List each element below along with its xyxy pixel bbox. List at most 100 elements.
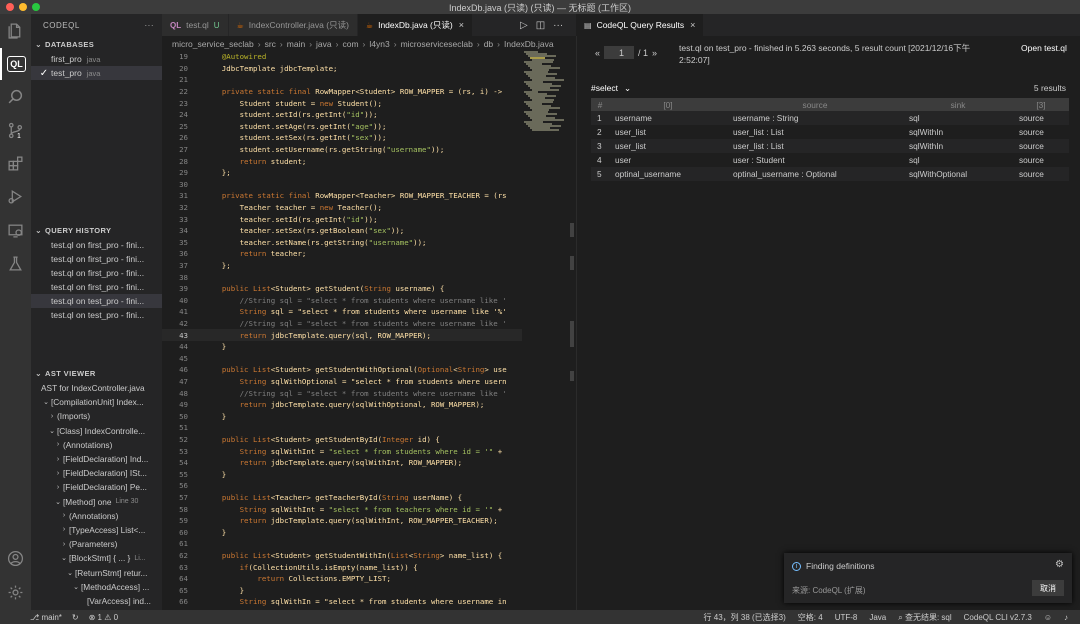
ast-node[interactable]: › (Annotations) — [31, 438, 162, 452]
cancel-button[interactable]: 取消 — [1032, 580, 1064, 596]
code-line[interactable]: 62 public List<Student> getStudentWithIn… — [162, 550, 522, 562]
code-line[interactable]: 66 String sqlWithIn = "select * from stu… — [162, 596, 522, 608]
result-cell[interactable]: source — [1013, 125, 1069, 139]
code-line[interactable]: 39 public List<Student> getStudent(Strin… — [162, 283, 522, 295]
code-line[interactable]: 24 student.setId(rs.getInt("id")); — [162, 109, 522, 121]
breadcrumb-item[interactable]: java — [316, 39, 332, 49]
gear-icon[interactable]: ⚙ — [1055, 559, 1064, 570]
code-line[interactable]: 41 String sql = "select * from students … — [162, 306, 522, 318]
query-history-item[interactable]: test.ql on test_pro - fini... — [31, 294, 162, 308]
bell-icon[interactable]: ♪ — [1064, 613, 1068, 622]
breadcrumb-item[interactable]: main — [287, 39, 305, 49]
result-cell[interactable]: username : String — [727, 111, 903, 125]
code-line[interactable]: 47 String sqlWithOptional = "select * fr… — [162, 376, 522, 388]
query-result-status[interactable]: ⌕ 查无结果: sql — [898, 612, 951, 623]
ast-root[interactable]: AST for IndexController.java — [31, 381, 162, 395]
more-actions-icon[interactable]: ··· — [145, 21, 155, 30]
editor-tab[interactable]: QL test.ql U — [162, 14, 229, 36]
page-number-input[interactable] — [604, 46, 635, 59]
codeql-icon[interactable]: QL — [0, 48, 31, 80]
code-line[interactable]: 49 return jdbcTemplate.query(sqlWithOpti… — [162, 399, 522, 411]
query-history-section-header[interactable]: ⌄ QUERY HISTORY — [31, 222, 162, 238]
editor-scrollbar-thumb[interactable] — [570, 223, 574, 237]
run-query-icon[interactable]: ▷ — [520, 20, 528, 31]
result-cell[interactable]: user_list : List — [727, 139, 903, 153]
code-line[interactable]: 43 return jdbcTemplate.query(sql, ROW_MA… — [162, 329, 522, 341]
code-line[interactable]: 38 — [162, 271, 522, 283]
testing-icon[interactable] — [0, 247, 31, 279]
code-line[interactable]: 28 return student; — [162, 155, 522, 167]
code-line[interactable]: 55 } — [162, 469, 522, 481]
database-item[interactable]: ✓ test_pro java — [31, 66, 162, 80]
column-header[interactable]: [3] — [1013, 98, 1069, 111]
result-cell[interactable]: sqlWithOptional — [903, 167, 1013, 181]
ast-node[interactable]: ⌄ [MethodAccess] ... — [31, 580, 162, 594]
database-item[interactable]: first_pro java — [31, 52, 162, 66]
code-line[interactable]: 45 — [162, 353, 522, 365]
code-line[interactable]: 20 JdbcTemplate jdbcTemplate; — [162, 63, 522, 75]
more-actions-icon[interactable]: ··· — [553, 20, 563, 31]
code-line[interactable]: 34 teacher.setSex(rs.getBoolean("sex")); — [162, 225, 522, 237]
maximize-window-button[interactable] — [32, 3, 40, 11]
code-line[interactable]: 36 return teacher; — [162, 248, 522, 260]
code-line[interactable]: 23 Student student = new Student(); — [162, 97, 522, 109]
ast-node[interactable]: › [FieldDeclaration] Pe... — [31, 480, 162, 494]
query-history-item[interactable]: test.ql on first_pro - fini... — [31, 238, 162, 252]
ast-node[interactable]: [VarAccess] ind... — [31, 594, 162, 608]
code-line[interactable]: 32 Teacher teacher = new Teacher(); — [162, 202, 522, 214]
ast-node[interactable]: ⌄ [CompilationUnit] Index... — [31, 395, 162, 409]
tab-codeql-query-results[interactable]: ▤ CodeQL Query Results × — [576, 14, 705, 36]
minimize-window-button[interactable] — [19, 3, 27, 11]
query-history-item[interactable]: test.ql on test_pro - fini... — [31, 308, 162, 322]
result-cell[interactable]: source — [1013, 153, 1069, 167]
code-line[interactable]: 29 }; — [162, 167, 522, 179]
source-control-icon[interactable]: 1 — [0, 114, 31, 146]
close-icon[interactable]: × — [459, 20, 464, 30]
result-cell[interactable]: sql — [903, 111, 1013, 125]
column-header[interactable]: sink — [903, 98, 1013, 111]
ast-node[interactable]: › (Parameters) — [31, 537, 162, 551]
code-line[interactable]: 63 if(CollectionUtils.isEmpty(name_list)… — [162, 561, 522, 573]
close-icon[interactable]: × — [690, 20, 695, 30]
query-history-item[interactable]: test.ql on first_pro - fini... — [31, 252, 162, 266]
open-query-link[interactable]: Open test.ql — [1021, 42, 1071, 54]
account-icon[interactable] — [0, 542, 31, 574]
sync-icon[interactable]: ↻ — [72, 613, 79, 622]
next-page-button[interactable]: » — [652, 48, 657, 58]
code-line[interactable]: 65 } — [162, 585, 522, 597]
code-line[interactable]: 26 student.setSex(rs.getInt("sex")); — [162, 132, 522, 144]
ast-node[interactable]: › [FieldDeclaration] Ind... — [31, 452, 162, 466]
encoding-status[interactable]: UTF-8 — [835, 613, 858, 622]
code-line[interactable]: 25 student.setAge(rs.getInt("age")); — [162, 121, 522, 133]
query-history-item[interactable]: test.ql on first_pro - fini... — [31, 266, 162, 280]
result-cell[interactable]: source — [1013, 139, 1069, 153]
code-line[interactable]: 21 — [162, 74, 522, 86]
codeql-cli-version[interactable]: CodeQL CLI v2.7.3 — [964, 613, 1032, 622]
result-cell[interactable]: source — [1013, 167, 1069, 181]
ast-node[interactable]: ⌄ [BlockStmt] { ... } Li... — [31, 551, 162, 565]
code-line[interactable]: 64 return Collections.EMPTY_LIST; — [162, 573, 522, 585]
editor-tab[interactable]: ☕ IndexController.java (只读) — [228, 14, 358, 36]
code-line[interactable]: 53 String sqlWithInt = "select * from st… — [162, 445, 522, 457]
breadcrumb-item[interactable]: IndexDb.java — [504, 39, 554, 49]
breadcrumb-item[interactable]: src — [265, 39, 276, 49]
breadcrumb-item[interactable]: com — [342, 39, 358, 49]
editor-tab[interactable]: ☕ IndexDb.java (只读) × — [357, 14, 473, 36]
minimap[interactable] — [520, 51, 570, 131]
ast-node[interactable]: › (Imports) — [31, 409, 162, 423]
code-line[interactable]: 35 teacher.setName(rs.getString("usernam… — [162, 237, 522, 249]
ast-node[interactable]: › [TypeAccess] List<... — [31, 523, 162, 537]
extensions-icon[interactable] — [0, 147, 31, 179]
result-set-select[interactable]: #select ⌄ — [591, 81, 631, 95]
result-cell[interactable]: sqlWithIn — [903, 139, 1013, 153]
query-history-item[interactable]: test.ql on first_pro - fini... — [31, 280, 162, 294]
feedback-icon[interactable]: ☺ — [1044, 613, 1052, 622]
code-line[interactable]: 46 public List<Student> getStudentWithOp… — [162, 364, 522, 376]
ast-viewer-section-header[interactable]: ⌄ AST VIEWER — [31, 365, 162, 381]
result-cell[interactable]: username — [609, 111, 727, 125]
code-line[interactable]: 30 — [162, 179, 522, 191]
code-line[interactable]: 19 @Autowired — [162, 51, 522, 63]
breadcrumb-item[interactable]: l4yn3 — [369, 39, 389, 49]
code-line[interactable]: 40 //String sql = "select * from student… — [162, 295, 522, 307]
code-line[interactable]: 54 return jdbcTemplate.query(sqlWithInt,… — [162, 457, 522, 469]
